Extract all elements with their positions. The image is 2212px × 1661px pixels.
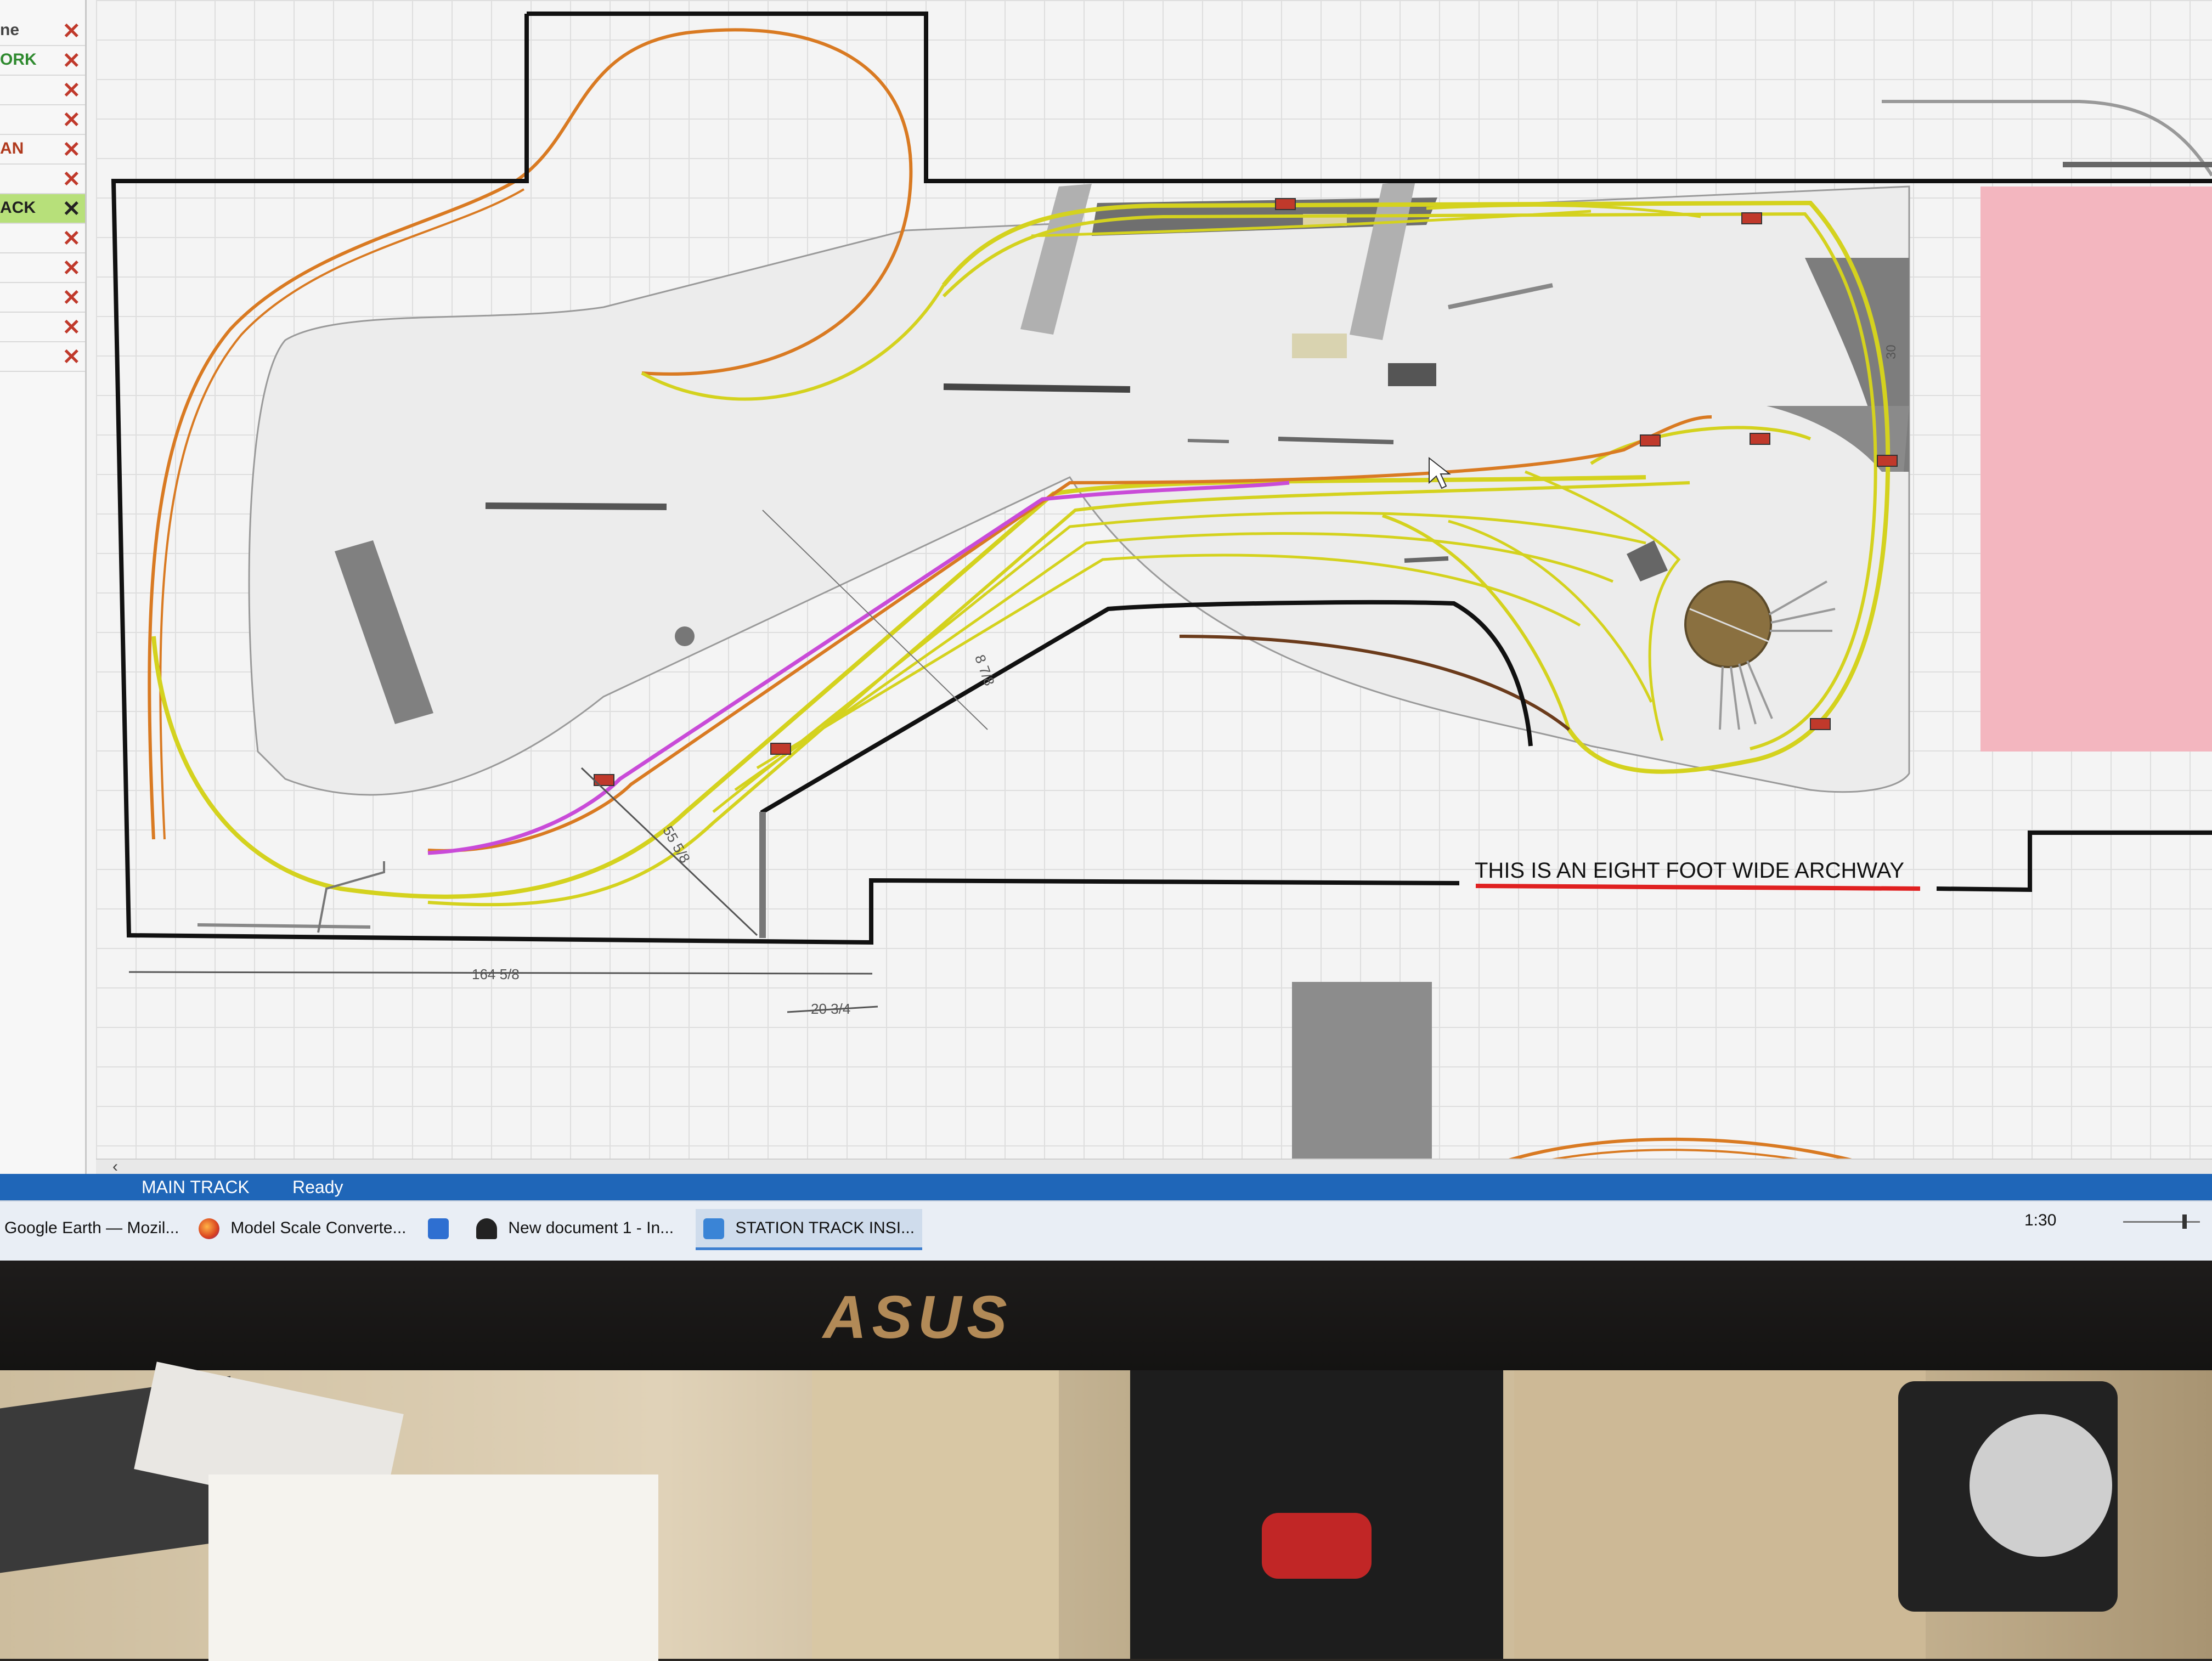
- taskbar-label: New document 1 - In...: [508, 1219, 674, 1237]
- siding-track: [943, 383, 1131, 393]
- firefox-icon: [199, 1218, 219, 1240]
- inner-dimension-label: 8 7/8: [972, 652, 998, 688]
- adjacent-room-area: [1980, 187, 2212, 752]
- slider-track: [2123, 1221, 2200, 1223]
- archway-line: [1475, 884, 1921, 891]
- monitor-screen: ne ✕ ORK ✕ ✕ ✕ AN ✕ ✕ ACK ✕ ✕ ✕ ✕ ✕ ✕ 16…: [0, 0, 2212, 1273]
- structure-marker: [675, 626, 695, 646]
- slider-thumb[interactable]: [2182, 1214, 2187, 1229]
- siding-track: [197, 923, 371, 929]
- monitor-brand-logo: ASUS: [823, 1284, 1013, 1351]
- shelf-divider: [812, 1370, 1059, 1659]
- taskbar-item-mail[interactable]: [428, 1209, 455, 1247]
- taskbar-label: Model Scale Converte...: [230, 1219, 407, 1237]
- archway-note: THIS IS AN EIGHT FOOT WIDE ARCHWAY: [1475, 858, 1904, 883]
- siding-track: [1404, 556, 1449, 563]
- taskbar-item-google-earth[interactable]: Google Earth — Mozil...: [4, 1209, 179, 1247]
- room-wall: [1936, 830, 2212, 892]
- status-state: Ready: [292, 1177, 343, 1197]
- right-dimension-label: 30: [1884, 344, 1899, 359]
- taskbar-label: STATION TRACK INSI...: [735, 1219, 915, 1237]
- scroll-left-icon[interactable]: ‹: [112, 1157, 118, 1176]
- siding-track: [1187, 439, 1229, 443]
- track-planner-icon: [703, 1218, 724, 1240]
- taskbar-clock[interactable]: 1:30: [2024, 1211, 2056, 1230]
- status-bar: MAIN TRACK Ready: [0, 1174, 2212, 1200]
- structure: [1388, 363, 1436, 386]
- taskbar-label: Google Earth — Mozil...: [4, 1219, 179, 1237]
- desk-clutter: [208, 1474, 658, 1661]
- tray-zoom-slider[interactable]: [2123, 1213, 2200, 1230]
- diagonal-dimension-line: [580, 767, 758, 936]
- room-wall: [527, 12, 2212, 183]
- furniture-block: [1292, 982, 1432, 1163]
- track-plan[interactable]: 164 5/8 20 3/4 55 5/8 8 7/8 30 THIS IS A…: [0, 0, 2212, 1174]
- offset-dimension-label: 20 3/4: [811, 1001, 850, 1017]
- monitor-bezel: ASUS: [0, 1261, 2212, 1370]
- desk-area: [0, 1361, 2212, 1661]
- siding-track: [485, 502, 667, 510]
- inkscape-icon: [476, 1218, 497, 1240]
- taskbar-item-station-track[interactable]: STATION TRACK INSI...: [696, 1209, 923, 1250]
- taskbar: Google Earth — Mozil... Model Scale Conv…: [0, 1200, 2212, 1262]
- taskbar-item-inkscape[interactable]: New document 1 - In...: [476, 1209, 674, 1247]
- taskbar-item-model-scale-converter[interactable]: Model Scale Converte...: [199, 1209, 407, 1247]
- mail-icon: [428, 1218, 449, 1240]
- horizontal-scrollbar[interactable]: ‹: [96, 1157, 2212, 1176]
- door-swing: [317, 861, 385, 933]
- width-dimension-label: 164 5/8: [472, 966, 520, 982]
- cable-bundle: [1262, 1513, 1372, 1579]
- structure: [1292, 334, 1347, 358]
- speaker-cone: [1970, 1414, 2112, 1557]
- status-layer: MAIN TRACK: [142, 1177, 250, 1197]
- shelf-divider: [1514, 1370, 1926, 1659]
